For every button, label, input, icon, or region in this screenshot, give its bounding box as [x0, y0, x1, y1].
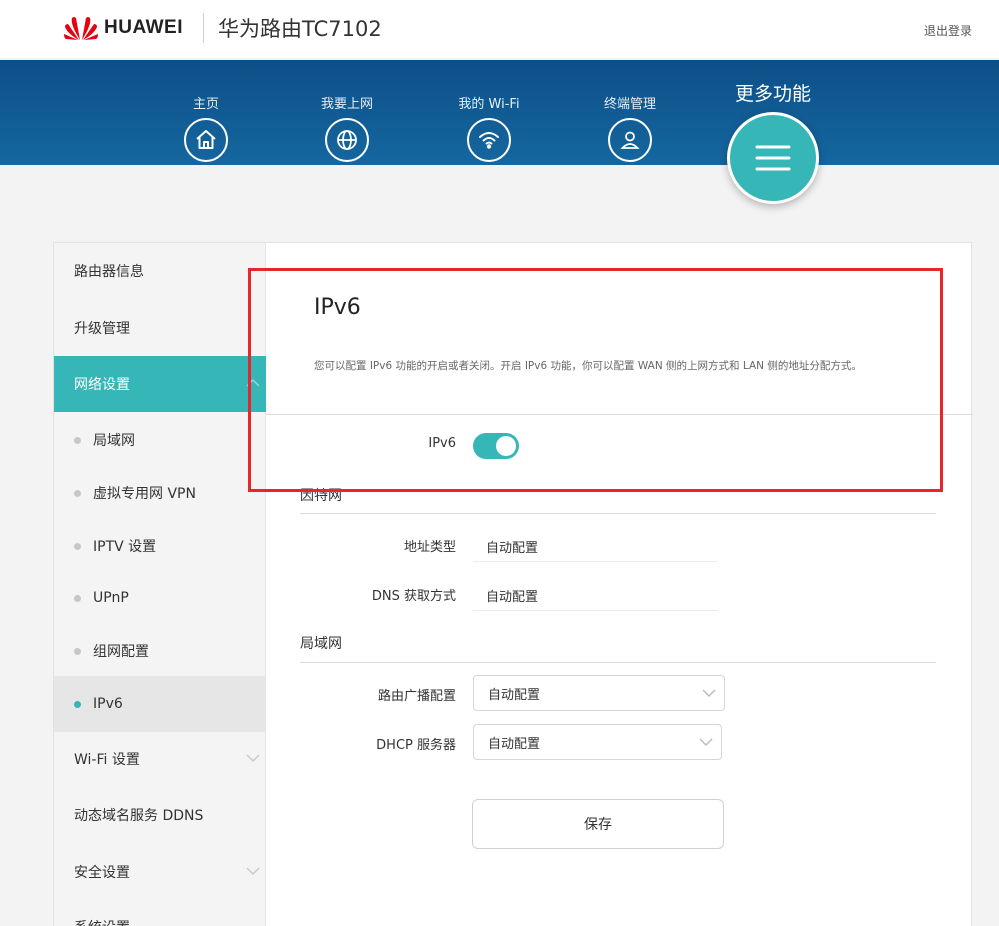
address-type-label: 地址类型: [403, 540, 456, 555]
nav-wifi[interactable]: 我的 Wi-Fi: [444, 60, 534, 162]
sidebar-item-network[interactable]: 网络设置: [54, 356, 266, 412]
section-divider: [300, 662, 936, 663]
router-advert-label: 路由广播配置: [377, 689, 456, 704]
main-content: IPv6 您可以配置 IPv6 功能的开启或者关闭。开启 IPv6 功能，你可以…: [266, 243, 973, 926]
dhcp-server-select[interactable]: 自动配置: [473, 724, 722, 760]
sidebar-item-label: Wi-Fi 设置: [74, 752, 140, 768]
sidebar-item-label: 路由器信息: [74, 264, 144, 280]
nav-more-label: 更多功能: [735, 83, 812, 105]
menu-icon[interactable]: [727, 112, 819, 204]
user-icon: [608, 118, 652, 162]
logout-link[interactable]: 退出登录: [924, 22, 972, 39]
sidebar-item-label: 局域网: [93, 433, 135, 449]
dhcp-server-value: 自动配置: [488, 736, 541, 752]
value-underline: [473, 561, 718, 562]
save-button[interactable]: 保存: [472, 799, 724, 849]
sidebar-item-ipv6[interactable]: IPv6: [54, 676, 266, 732]
sidebar-item-label: 组网配置: [93, 644, 149, 660]
dhcp-server-label: DHCP 服务器: [376, 738, 456, 753]
sidebar-item-security[interactable]: 安全设置: [54, 844, 266, 900]
page-title: IPv6: [314, 295, 361, 320]
section-divider: [300, 513, 936, 514]
sidebar-item-system[interactable]: 系统设置: [54, 899, 266, 926]
nav-devices[interactable]: 终端管理: [585, 60, 675, 162]
sidebar-item-label: 升级管理: [74, 321, 130, 337]
router-advert-select[interactable]: 自动配置: [473, 675, 725, 711]
chevron-up-icon: [246, 378, 260, 387]
dns-method-value: 自动配置: [486, 590, 539, 605]
nav-home[interactable]: 主页: [161, 60, 251, 162]
globe-icon: [325, 118, 369, 162]
settings-card: 路由器信息 升级管理 网络设置 局域网 虚拟专用网 VPN IPTV 设置 UP…: [53, 242, 973, 926]
sidebar-item-label: 安全设置: [74, 865, 130, 881]
value-underline: [473, 610, 718, 611]
huawei-logo: HUAWEI: [64, 15, 183, 41]
chevron-down-icon: [246, 754, 260, 763]
main-nav: 主页 我要上网 我的 Wi-Fi 终端管理 更多功能: [0, 60, 999, 165]
sidebar-item-iptv[interactable]: IPTV 设置: [54, 518, 266, 574]
chevron-down-icon: [246, 867, 260, 876]
sidebar-item-vpn[interactable]: 虚拟专用网 VPN: [54, 465, 266, 521]
sidebar-item-ddns[interactable]: 动态域名服务 DDNS: [54, 787, 266, 843]
sidebar-item-label: 系统设置: [74, 917, 130, 926]
ipv6-toggle-label: IPv6: [428, 436, 456, 451]
internet-section-title: 因特网: [300, 488, 342, 504]
sidebar-item-upgrade[interactable]: 升级管理: [54, 300, 266, 356]
sidebar-item-upnp[interactable]: UPnP: [54, 570, 266, 626]
dns-method-label: DNS 获取方式: [371, 589, 456, 604]
huawei-logo-icon: [64, 17, 98, 40]
ipv6-toggle[interactable]: [473, 433, 519, 459]
sidebar-item-lan[interactable]: 局域网: [54, 412, 266, 468]
chevron-down-icon: [699, 738, 713, 747]
address-type-value: 自动配置: [486, 541, 539, 556]
sidebar-item-label: UPnP: [93, 590, 129, 606]
sidebar-item-mesh[interactable]: 组网配置: [54, 623, 266, 679]
sidebar-item-label: 动态域名服务 DDNS: [74, 808, 204, 824]
nav-devices-label: 终端管理: [603, 97, 656, 112]
sidebar-item-router-info[interactable]: 路由器信息: [54, 243, 266, 299]
lan-section-title: 局域网: [300, 636, 342, 652]
sidebar-item-wifi[interactable]: Wi-Fi 设置: [54, 731, 266, 787]
sidebar-item-label: IPTV 设置: [93, 539, 157, 555]
nav-internet[interactable]: 我要上网: [302, 60, 392, 162]
nav-wifi-label: 我的 Wi-Fi: [458, 97, 520, 112]
brand-name: HUAWEI: [104, 17, 183, 38]
home-icon: [184, 118, 228, 162]
page-description: 您可以配置 IPv6 功能的开启或者关闭。开启 IPv6 功能，你可以配置 WA…: [314, 360, 862, 372]
router-advert-value: 自动配置: [488, 687, 541, 703]
product-name: 华为路由TC7102: [218, 17, 382, 41]
toggle-knob: [496, 436, 516, 456]
nav-home-label: 主页: [192, 97, 219, 112]
wifi-icon: [467, 118, 511, 162]
sidebar: 路由器信息 升级管理 网络设置 局域网 虚拟专用网 VPN IPTV 设置 UP…: [54, 243, 266, 926]
sidebar-item-label: 虚拟专用网 VPN: [93, 486, 196, 502]
header-divider-line: [266, 414, 973, 415]
header-divider: [203, 13, 204, 43]
nav-internet-label: 我要上网: [320, 97, 373, 112]
chevron-down-icon: [702, 689, 716, 698]
sidebar-item-label: IPv6: [93, 696, 123, 712]
sidebar-item-label: 网络设置: [74, 377, 130, 393]
top-bar: HUAWEI 华为路由TC7102 退出登录: [0, 0, 999, 58]
